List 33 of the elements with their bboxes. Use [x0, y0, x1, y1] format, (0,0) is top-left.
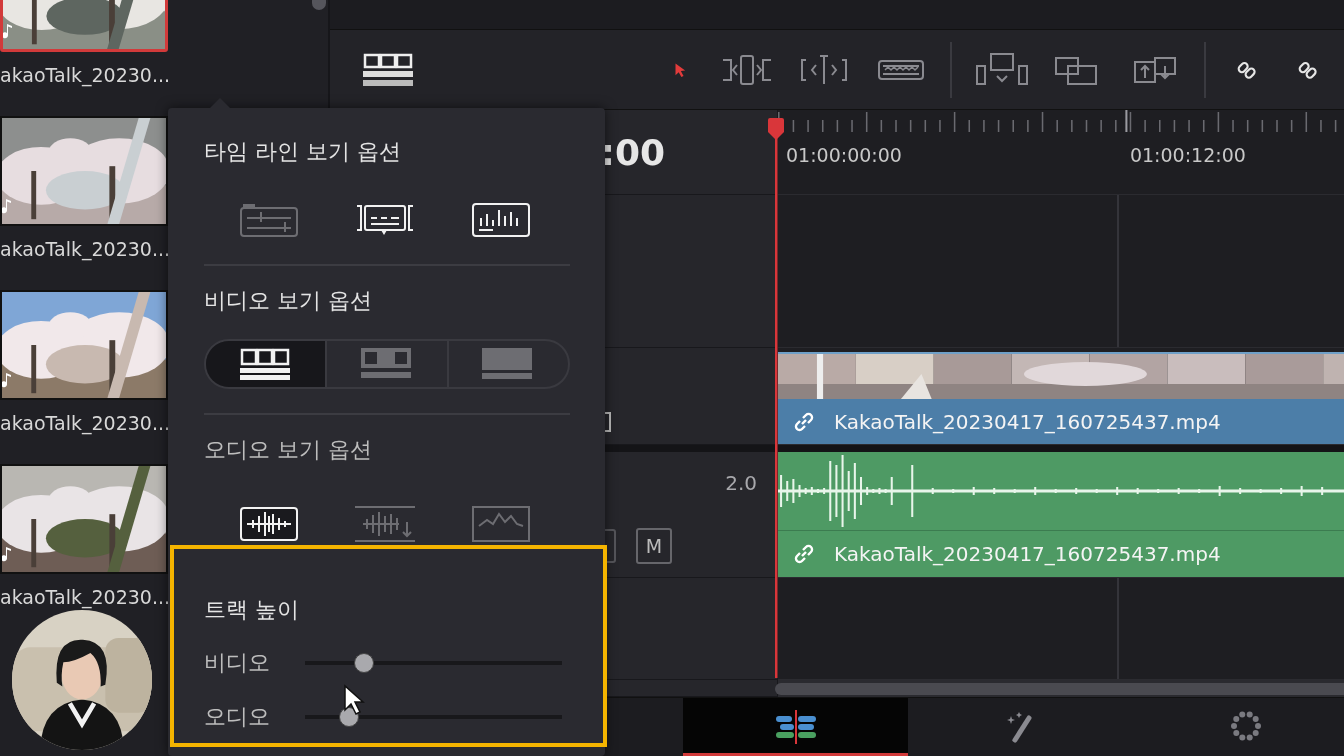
section-title: 트랙 높이: [204, 596, 300, 624]
ruler-timecode: 01:00:12:00: [1129, 144, 1246, 166]
clip-name: akaoTalk_20230...: [0, 237, 172, 260]
mouse-cursor-icon: [343, 684, 367, 716]
envelope-waveform-icon[interactable]: [469, 504, 533, 544]
timecode: :00: [600, 131, 665, 173]
waveform-icon[interactable]: [237, 504, 301, 544]
ruler-timecode: 01:00:00:00: [786, 144, 902, 166]
music-note-icon: [2, 372, 12, 388]
section-title: 오디오 보기 옵션: [204, 436, 373, 464]
audio-clip[interactable]: KakaoTalk_20230417_160725437.mp4: [778, 452, 1344, 578]
slider-label: 비디오: [204, 649, 271, 677]
clip-name: akaoTalk_20230...: [0, 585, 172, 608]
mute-button[interactable]: M: [636, 527, 672, 564]
section-title: 비디오 보기 옵션: [204, 287, 373, 315]
section-title: 타임 라인 보기 옵션: [204, 138, 402, 166]
page-tab[interactable]: [683, 698, 908, 756]
clip-name: akaoTalk_20230...: [0, 63, 172, 86]
insert-clip-icon[interactable]: [973, 51, 1029, 88]
video-clip[interactable]: KakaoTalk_20230417_160725437.mp4: [778, 399, 1344, 444]
music-note-icon: [2, 546, 12, 562]
waveform-arrow-icon[interactable]: [353, 504, 417, 544]
playhead[interactable]: [766, 118, 786, 678]
link-icon: [792, 542, 816, 566]
view-mode-segment[interactable]: [206, 341, 326, 387]
slider-thumb[interactable]: [354, 653, 375, 673]
music-note-icon: [3, 23, 13, 39]
audio-meter-icon[interactable]: [469, 200, 533, 240]
music-note-icon: [2, 198, 12, 214]
timeline-view-options-icon[interactable]: [362, 51, 414, 88]
slider-label: 오디오: [204, 703, 271, 731]
clip-name: akaoTalk_20230...: [0, 411, 172, 434]
audio-channels: 2.0: [725, 471, 758, 496]
